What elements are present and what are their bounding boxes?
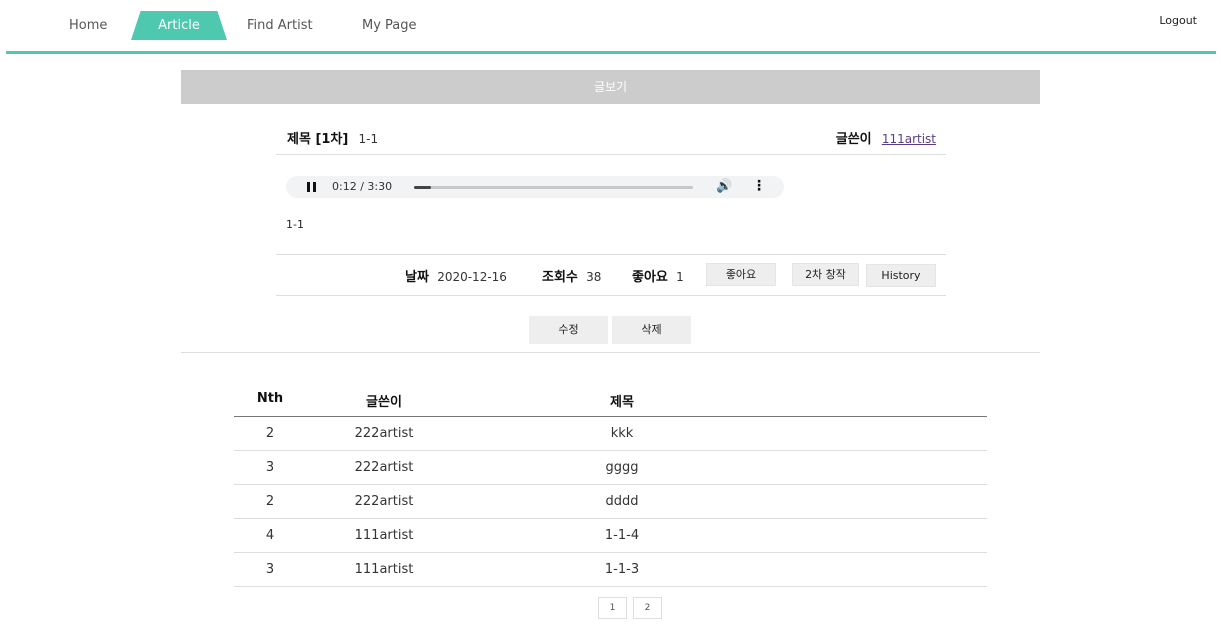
views-label: 조회수 [542,270,578,285]
delete-button[interactable]: 삭제 [612,316,691,344]
volume-icon[interactable]: 🔊 [716,180,732,194]
likes-label: 좋아요 [632,270,668,285]
views-group: 조회수 38 [542,266,601,285]
header-nth: Nth [256,391,284,406]
more-options-icon[interactable]: ⋮ [752,179,766,193]
audio-progress-bar[interactable] [414,186,693,189]
history-button[interactable]: History [866,264,936,287]
cell-nth: 4 [265,528,275,543]
audio-progress-fill [414,186,431,189]
like-button[interactable]: 좋아요 [706,263,776,286]
meta-divider-bottom [276,295,946,296]
nav-home-link[interactable]: Home [69,11,107,40]
author-link[interactable]: 111artist [882,132,936,146]
cell-nth: 3 [265,460,275,475]
section-divider [181,352,1040,353]
views-value: 38 [586,270,602,284]
title-group: 제목 [1차] 1-1 [287,128,378,147]
header-author: 글쓴이 [366,395,402,410]
cell-title: 1-1-4 [604,528,640,543]
title-label: 제목 [1차] [287,132,349,147]
page-2-button[interactable]: 2 [633,597,662,619]
date-group: 날짜 2020-12-16 [405,266,507,285]
cell-author: 222artist [354,426,414,441]
title-row-divider [276,154,946,155]
author-label: 글쓴이 [835,132,872,147]
date-label: 날짜 [405,270,429,285]
page-1-button[interactable]: 1 [598,597,627,619]
cell-nth: 2 [265,426,275,441]
cell-title: dddd [605,494,639,509]
edit-button[interactable]: 수정 [529,316,608,344]
logout-link[interactable]: Logout [1159,14,1197,27]
view-header-bar: 글보기 [181,70,1040,104]
cell-author: 111artist [354,528,414,543]
table-row[interactable]: 4 111artist 1-1-4 [234,519,987,553]
article-title-row: 제목 [1차] 1-1 글쓴이 111artist [276,122,946,155]
cell-author: 111artist [354,562,414,577]
table-row[interactable]: 3 222artist gggg [234,451,987,485]
cell-title: gggg [605,460,639,475]
date-value: 2020-12-16 [437,270,507,284]
cell-nth: 3 [265,562,275,577]
cell-author: 222artist [354,460,414,475]
table-header: Nth 글쓴이 제목 [234,383,987,417]
title-value: 1-1 [358,132,379,146]
table-row[interactable]: 3 111artist 1-1-3 [234,553,987,587]
meta-divider-top [276,254,946,255]
nav-my-page-link[interactable]: My Page [362,11,417,40]
pause-icon[interactable] [307,182,317,192]
nav-article-tab[interactable]: Article [131,11,227,40]
likes-value: 1 [676,270,684,284]
derivative-works-table: Nth 글쓴이 제목 2 222artist kkk 3 222artist g… [234,383,987,587]
author-group: 글쓴이 111artist [836,128,936,147]
cell-nth: 2 [265,494,275,509]
article-content: 1-1 [286,218,304,231]
nav-underline [6,51,1216,54]
nav-find-artist-link[interactable]: Find Artist [247,11,313,40]
cell-title: kkk [610,426,634,441]
table-row[interactable]: 2 222artist kkk [234,417,987,451]
cell-title: 1-1-3 [604,562,640,577]
audio-player: 0:12 / 3:30 🔊 ⋮ [286,176,784,198]
table-row[interactable]: 2 222artist dddd [234,485,987,519]
top-nav: Home Article Find Artist My Page Logout [0,0,1221,52]
likes-group: 좋아요 1 [632,266,684,285]
second-creation-button[interactable]: 2차 창작 [792,263,859,286]
header-title: 제목 [610,395,634,410]
nav-article-label: Article [158,18,200,33]
audio-time: 0:12 / 3:30 [332,180,393,193]
cell-author: 222artist [354,494,414,509]
